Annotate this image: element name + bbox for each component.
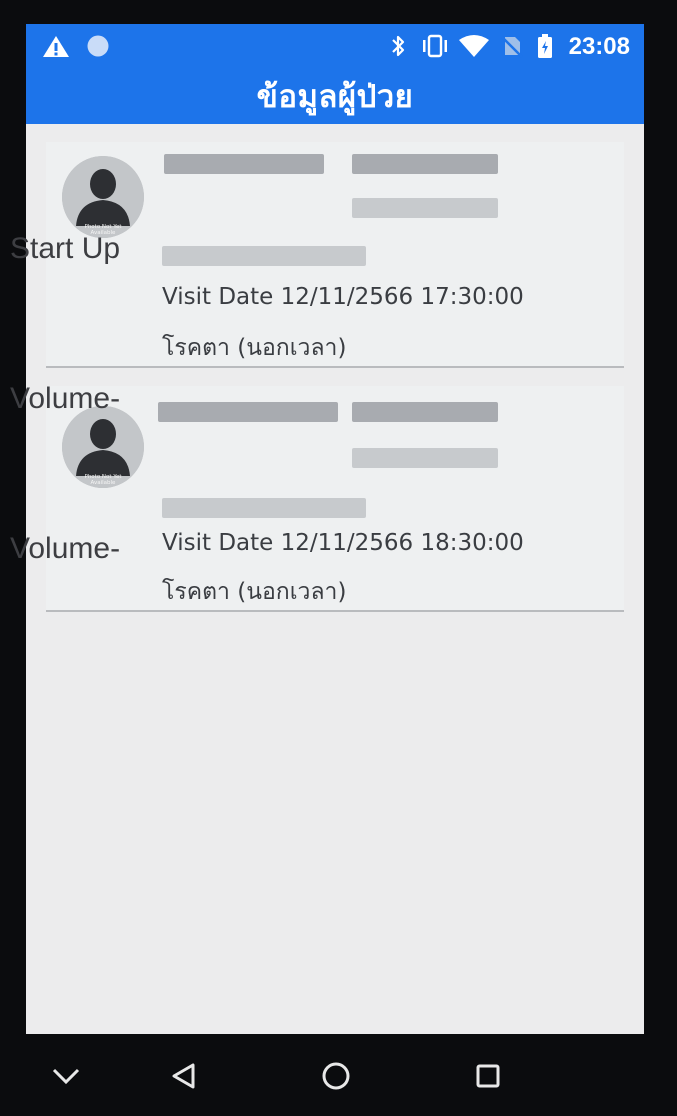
warning-icon: [43, 36, 69, 57]
volume-label: Volume-: [10, 532, 121, 565]
bluetooth-icon: [392, 35, 405, 57]
patient-surname-redacted: [352, 402, 498, 422]
svg-text:Available: Available: [91, 480, 117, 486]
start-up-label: Start Up: [10, 232, 121, 265]
visit-date: Visit Date 12/11/2566 18:30:00: [162, 530, 524, 556]
patient-card[interactable]: Photo Not Yet Available Visit Date 12/11…: [46, 142, 624, 368]
avatar: Photo Not Yet Available: [62, 156, 144, 238]
no-sim-icon: [501, 36, 523, 58]
status-clock: 23:08: [568, 33, 630, 60]
chevron-down-icon[interactable]: [46, 1056, 86, 1096]
patient-list: Photo Not Yet Available Visit Date 12/11…: [46, 142, 626, 612]
vibrate-icon: [423, 34, 447, 58]
recents-icon[interactable]: [468, 1056, 508, 1096]
clinic-name: โรคตา (นอกเวลา): [162, 579, 347, 605]
back-icon[interactable]: [164, 1056, 204, 1096]
circle-notification-icon: [87, 35, 109, 57]
battery-icon: [538, 34, 552, 58]
app-bar: ข้อมูลผู้ป่วย: [26, 68, 644, 124]
patient-card[interactable]: Photo Not Yet Available Visit Date 12/11…: [46, 386, 624, 612]
avatar: Photo Not Yet Available: [62, 406, 144, 488]
visit-date: Visit Date 12/11/2566 17:30:00: [162, 284, 524, 310]
home-icon[interactable]: [316, 1056, 356, 1096]
navigation-bar: [26, 1034, 644, 1116]
person-placeholder-icon: Photo Not Yet Available: [62, 406, 144, 488]
patient-info-redacted: [162, 498, 366, 518]
patient-id-redacted: [352, 448, 498, 468]
patient-surname-redacted: [352, 154, 498, 174]
volume-label: Volume-: [10, 382, 121, 415]
patient-id-redacted: [352, 198, 498, 218]
wifi-icon: [459, 35, 489, 57]
device-frame: 23:08 ข้อมูลผู้ป่วย Photo Not Yet Availa…: [0, 0, 677, 1116]
person-placeholder-icon: Photo Not Yet Available: [62, 156, 144, 238]
patient-info-redacted: [162, 246, 366, 266]
patient-name-redacted: [164, 154, 324, 174]
page-title: ข้อมูลผู้ป่วย: [256, 79, 414, 115]
patient-name-redacted: [158, 402, 338, 422]
status-bar: 23:08: [26, 24, 644, 68]
clinic-name: โรคตา (นอกเวลา): [162, 335, 347, 361]
app-screen: 23:08 ข้อมูลผู้ป่วย Photo Not Yet Availa…: [26, 24, 644, 1034]
